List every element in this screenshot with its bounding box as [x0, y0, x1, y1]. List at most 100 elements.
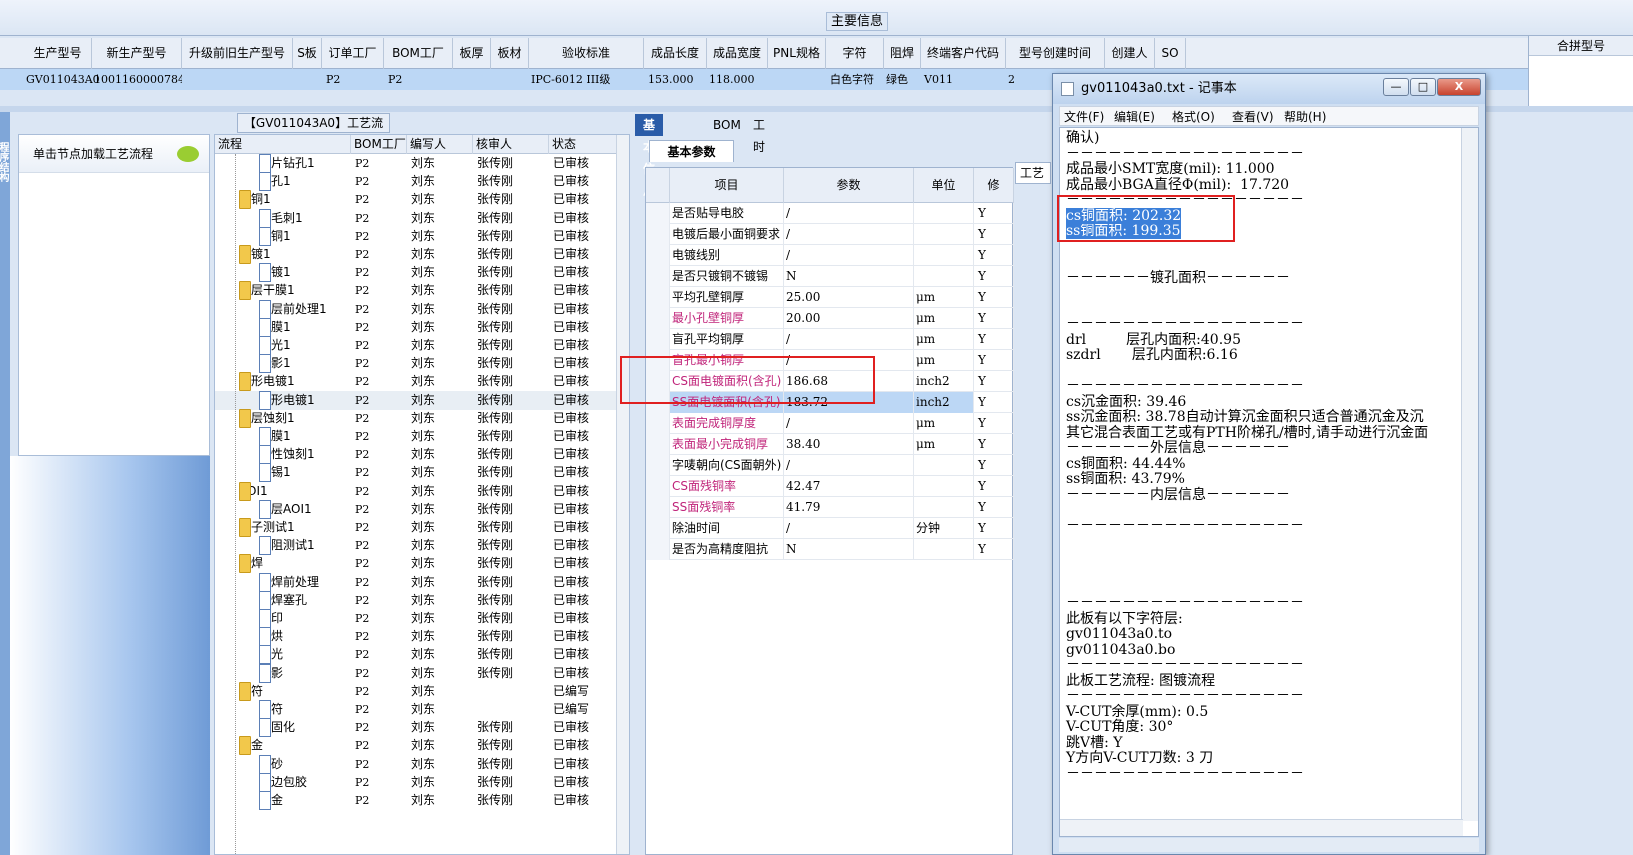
tree-row[interactable]: 图形电镀1 P2 刘东 张传刚 已审核 [215, 390, 617, 410]
param-row[interactable]: 最小孔壁铜厚 20.00 μm Y [646, 308, 1014, 329]
param-row[interactable]: 表面最小完成铜厚 38.40 μm Y [646, 434, 1014, 455]
tree-node[interactable]: 阻焊塞孔 [259, 590, 351, 610]
menu-item[interactable]: 格式(O) [1172, 107, 1215, 127]
tree-col-header[interactable]: 状态 [549, 135, 617, 154]
tree-node[interactable]: 喷砂 [259, 754, 351, 774]
tree-row[interactable]: 显影 P2 刘东 张传刚 已审核 [215, 663, 617, 683]
column-header[interactable]: 创建人 [1105, 38, 1155, 69]
tree-node[interactable]: 曝光1 [259, 336, 351, 355]
param-row[interactable]: 平均孔壁铜厚 25.00 μm Y [646, 287, 1014, 308]
tree-node[interactable]: 钻孔1 [259, 172, 351, 192]
tree-node[interactable]: 字符 [239, 681, 351, 701]
tree-node[interactable]: 沉铜1 [259, 226, 351, 246]
column-header[interactable]: SO [1155, 38, 1186, 69]
param-row[interactable]: 电镀线别 / Y [646, 245, 1014, 266]
column-header[interactable]: PNL规格 [768, 38, 826, 69]
tree-row[interactable]: 曝光 P2 刘东 张传刚 已审核 [215, 645, 617, 665]
row-selector[interactable] [646, 539, 670, 560]
tree-node[interactable]: 去毛刺1 [259, 208, 351, 228]
notepad-titlebar[interactable]: gv011043a0.txt - 记事本 — □ X [1053, 74, 1485, 104]
tree-row[interactable]: 阻焊塞孔 P2 刘东 张传刚 已审核 [215, 590, 617, 610]
tree-row[interactable]: 终固化 P2 刘东 张传刚 已审核 [215, 718, 617, 738]
param-row[interactable]: 表面完成铜厚度 / μm Y [646, 413, 1014, 434]
minimize-button[interactable]: — [1383, 78, 1409, 96]
load-process-hint[interactable]: 单击节点加载工艺流程 [19, 135, 209, 173]
param-row[interactable]: CS面残铜率 42.47 Y [646, 476, 1014, 497]
param-col-header[interactable]: 单位 [914, 168, 974, 203]
row-selector[interactable] [646, 287, 670, 308]
row-selector[interactable] [646, 266, 670, 287]
tree-row[interactable]: AOI1 P2 刘东 张传刚 已审核 [215, 481, 617, 501]
column-header[interactable]: 板材 [491, 38, 529, 69]
param-value[interactable]: / [784, 245, 914, 266]
tree-row[interactable]: 电镀1 P2 刘东 张传刚 已审核 [215, 245, 617, 264]
param-row[interactable]: 盲孔平均铜厚 / μm Y [646, 329, 1014, 350]
tree-row[interactable]: 外层干膜1 P2 刘东 张传刚 已审核 [215, 281, 617, 301]
param-col-header[interactable]: 参数 [784, 168, 914, 203]
tab-1[interactable]: BOM [705, 114, 749, 136]
tree-row[interactable]: 沉金 P2 刘东 张传刚 已审核 [215, 791, 617, 810]
tree-row[interactable]: 铝片钻孔1 P2 刘东 张传刚 已审核 [215, 154, 617, 173]
horizontal-scrollbar[interactable] [1060, 819, 1463, 836]
maximize-button[interactable]: □ [1410, 78, 1436, 96]
param-value[interactable]: 20.00 [784, 308, 914, 329]
tree-node[interactable]: 沉金 [259, 791, 351, 810]
tree-scrollbar[interactable] [616, 135, 629, 854]
tree-row[interactable]: 去毛刺1 P2 刘东 张传刚 已审核 [215, 208, 617, 228]
tree-node[interactable]: 阻焊前处理 [259, 572, 351, 592]
row-selector[interactable] [646, 518, 670, 539]
param-value[interactable]: / [784, 329, 914, 350]
tree-row[interactable]: 外层蚀刻1 P2 刘东 张传刚 已审核 [215, 408, 617, 428]
menu-item[interactable]: 查看(V) [1232, 107, 1274, 127]
column-header[interactable]: 型号创建时间 [1006, 38, 1105, 69]
column-header[interactable]: 成品宽度 [707, 38, 768, 69]
row-selector[interactable] [646, 434, 670, 455]
column-header[interactable]: 升级前旧生产型号 [182, 38, 293, 69]
column-header[interactable]: 生产型号 [24, 38, 92, 69]
menu-item[interactable]: 编辑(E) [1114, 107, 1155, 127]
param-row[interactable]: 是否只镀铜不镀锡 N Y [646, 266, 1014, 287]
row-selector[interactable] [646, 224, 670, 245]
tree-col-header[interactable]: BOM工厂 [351, 135, 407, 154]
tree-row[interactable]: 沉铜1 P2 刘东 张传刚 已审核 [215, 226, 617, 246]
column-header[interactable]: S板 [293, 38, 322, 69]
row-selector[interactable] [646, 455, 670, 476]
tree-node[interactable]: 外层干膜1 [239, 281, 351, 301]
tree-col-header[interactable]: 编写人 [407, 135, 473, 154]
tree-node[interactable]: 图形电镀1 [239, 372, 351, 392]
menu-item[interactable]: 文件(F) [1064, 107, 1104, 127]
tree-row[interactable]: 外层前处理1 P2 刘东 张传刚 已审核 [215, 299, 617, 319]
tree-node[interactable]: 板边包胶 [259, 772, 351, 792]
tree-node[interactable]: 曝光 [259, 645, 351, 665]
tree-row[interactable]: 退锡1 P2 刘东 张传刚 已审核 [215, 463, 617, 483]
notepad-window[interactable]: gv011043a0.txt - 记事本 — □ X 文件(F) 编辑(E) 格式(… [1052, 73, 1486, 855]
tree-node[interactable]: 退锡1 [259, 463, 351, 483]
tree-row[interactable]: 贴膜1 P2 刘东 张传刚 已审核 [215, 317, 617, 337]
tree-row[interactable]: 外层AOI1 P2 刘东 张传刚 已审核 [215, 499, 617, 519]
close-button[interactable]: X [1437, 78, 1481, 96]
tree-node[interactable]: 低阻测试1 [259, 536, 351, 556]
tree-row[interactable]: 曝光1 P2 刘东 张传刚 已审核 [215, 336, 617, 355]
tree-row[interactable]: 阻焊前处理 P2 刘东 张传刚 已审核 [215, 572, 617, 592]
tree-node[interactable]: 铝片钻孔1 [259, 154, 351, 173]
param-col-header[interactable]: 修 [974, 168, 1014, 203]
tree-row[interactable]: 钻孔1 P2 刘东 张传刚 已审核 [215, 172, 617, 192]
tree-node[interactable]: 阻焊 [239, 554, 351, 574]
tree-row[interactable]: 板边包胶 P2 刘东 张传刚 已审核 [215, 772, 617, 792]
tree-row[interactable]: 字符 P2 刘东 已编写 [215, 700, 617, 719]
tree-node[interactable]: 图形电镀1 [259, 390, 351, 410]
column-header[interactable]: 终端客户代码 [921, 38, 1006, 69]
tab-2[interactable]: 工时 [745, 114, 773, 154]
tree-node[interactable]: 碱性蚀刻1 [259, 445, 351, 465]
param-row[interactable]: 电镀后最小面铜要求 / Y [646, 224, 1014, 245]
tree-node[interactable]: 预烘 [259, 627, 351, 647]
tree-node[interactable]: 显影 [259, 663, 351, 683]
param-value[interactable]: 41.79 [784, 497, 914, 518]
param-value[interactable]: 25.00 [784, 287, 914, 308]
tree-row[interactable]: 预烘 P2 刘东 张传刚 已审核 [215, 627, 617, 647]
column-header[interactable]: BOM工厂 [384, 38, 453, 69]
row-selector[interactable] [646, 413, 670, 434]
tree-node[interactable]: 沉金 [239, 736, 351, 756]
tree-row[interactable]: 阻焊 P2 刘东 张传刚 已审核 [215, 554, 617, 574]
tree-row[interactable]: 字符 P2 刘东 已编写 [215, 681, 617, 701]
